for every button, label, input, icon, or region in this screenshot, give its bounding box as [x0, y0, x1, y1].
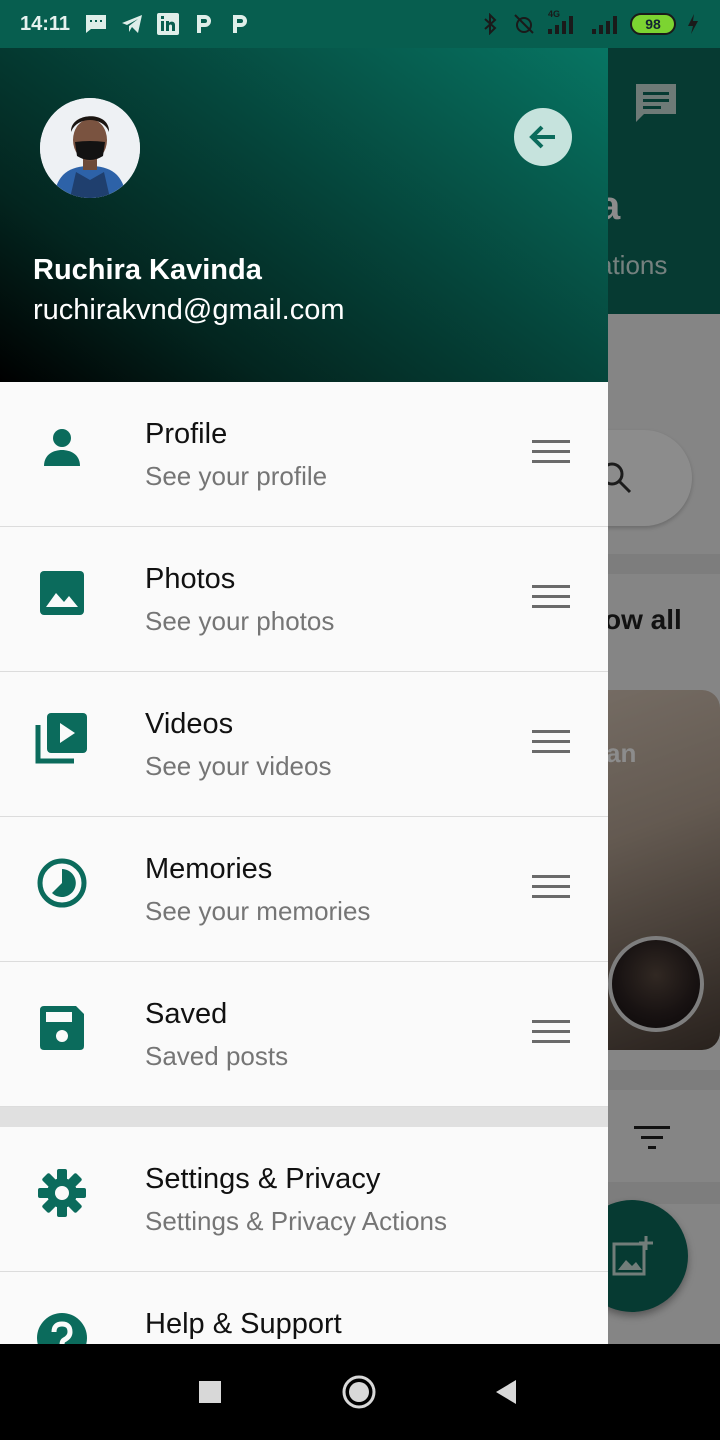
system-icons: 4G 98 [478, 9, 700, 35]
triangle-back-icon [496, 1380, 516, 1404]
drag-handle-icon[interactable] [532, 585, 572, 615]
arrow-back-icon [529, 125, 555, 149]
menu-item-title: Saved [145, 998, 228, 1030]
menu-item-memories[interactable]: Memories See your memories [0, 817, 608, 962]
linkedin-icon [156, 13, 180, 35]
menu-item-title: Settings & Privacy [145, 1163, 381, 1195]
status-time: 14:11 [20, 12, 71, 35]
save-icon [34, 1000, 90, 1056]
menu-item-videos[interactable]: Videos See your videos [0, 672, 608, 817]
p-app-icon [228, 13, 252, 35]
help-icon [34, 1310, 90, 1344]
home-button[interactable] [341, 1374, 377, 1415]
menu-item-subtitle: Settings & Privacy Actions [145, 1206, 448, 1236]
message-icon [84, 13, 108, 35]
menu-item-title: Memories [145, 853, 273, 885]
menu-item-settings-privacy[interactable]: Settings & Privacy Settings & Privacy Ac… [0, 1127, 608, 1272]
p-app-icon [192, 13, 216, 35]
memories-icon [34, 855, 90, 911]
section-divider [0, 1107, 608, 1127]
battery-indicator: 98 [630, 13, 676, 35]
signal-4g-icon: 4G [546, 9, 580, 35]
notification-icons [84, 13, 252, 35]
bluetooth-icon [478, 13, 502, 35]
charging-icon [686, 13, 700, 35]
drag-handle-icon[interactable] [532, 440, 572, 470]
system-navigation-bar [0, 1344, 720, 1440]
menu-item-title: Help & Support [145, 1308, 342, 1340]
menu-item-subtitle: See your memories [145, 896, 371, 926]
drawer-header: Ruchira Kavinda ruchirakvnd@gmail.com [0, 48, 608, 382]
menu-item-help-support[interactable]: Help & Support [0, 1272, 608, 1344]
drag-handle-icon[interactable] [532, 1020, 572, 1050]
signal-icon [590, 13, 620, 35]
video-library-icon [34, 710, 90, 766]
back-button[interactable] [514, 108, 572, 166]
square-icon [199, 1381, 221, 1403]
navigation-drawer: Ruchira Kavinda ruchirakvnd@gmail.com Pr… [0, 48, 608, 1344]
drag-handle-icon[interactable] [532, 730, 572, 760]
menu-item-photos[interactable]: Photos See your photos [0, 527, 608, 672]
recents-button[interactable] [198, 1380, 222, 1409]
menu-item-saved[interactable]: Saved Saved posts [0, 962, 608, 1107]
alarm-off-icon [512, 13, 536, 35]
network-type-label: 4G [548, 9, 561, 19]
telegram-icon [120, 13, 144, 35]
circle-icon [342, 1375, 376, 1409]
drag-handle-icon[interactable] [532, 875, 572, 905]
menu-item-subtitle: See your photos [145, 606, 335, 636]
menu-item-title: Profile [145, 418, 228, 450]
user-email: ruchirakvnd@gmail.com [33, 294, 345, 326]
menu-item-subtitle: Saved posts [145, 1041, 289, 1071]
menu-item-title: Photos [145, 563, 236, 595]
menu-item-subtitle: See your videos [145, 751, 332, 781]
image-icon [34, 565, 90, 621]
back-nav-button[interactable] [494, 1378, 518, 1411]
menu-item-title: Videos [145, 708, 234, 740]
menu-item-profile[interactable]: Profile See your profile [0, 382, 608, 527]
user-name: Ruchira Kavinda [33, 254, 262, 286]
status-bar: 14:11 4G 98 [0, 0, 720, 48]
menu-item-subtitle: See your profile [145, 461, 328, 491]
avatar[interactable] [40, 98, 140, 198]
gear-icon [34, 1165, 90, 1221]
person-icon [34, 420, 90, 476]
